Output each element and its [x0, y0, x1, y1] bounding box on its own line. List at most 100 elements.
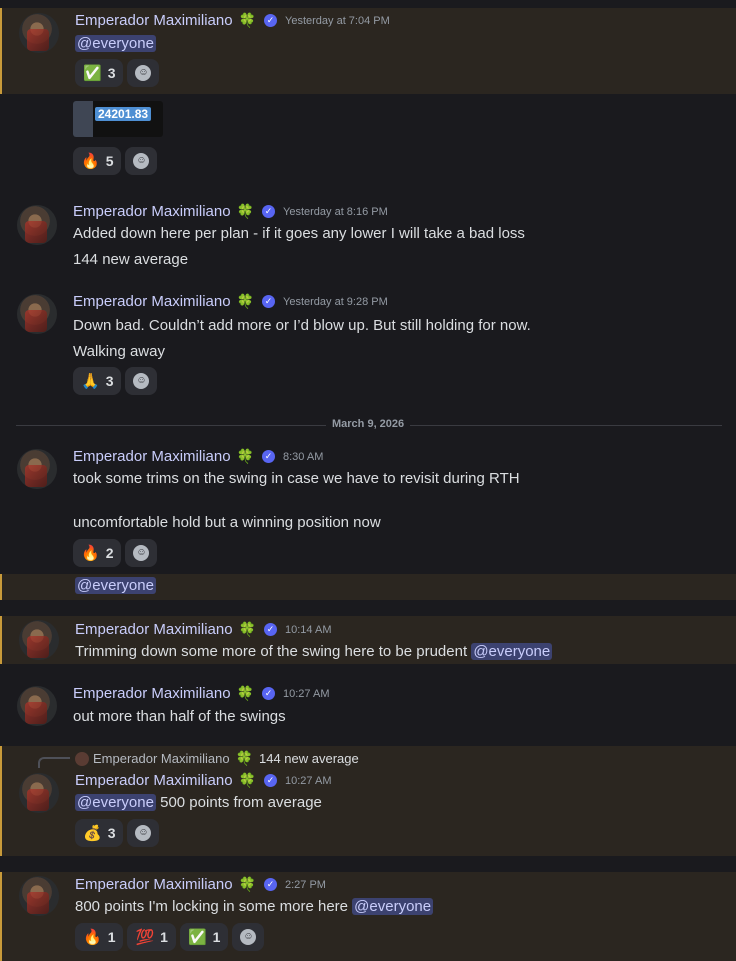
message-text: uncomfortable hold but a winning positio…: [73, 514, 381, 531]
mention-everyone[interactable]: @everyone: [75, 794, 156, 811]
mention-everyone[interactable]: @everyone: [75, 577, 156, 594]
message-text: Down bad. Couldn’t add more or I’d blow …: [73, 317, 531, 334]
reaction[interactable]: 💰 3: [75, 819, 124, 847]
author-name[interactable]: Emperador Maximiliano: [73, 203, 231, 220]
timestamp[interactable]: Yesterday at 9:28 PM: [283, 296, 388, 308]
add-reaction-button[interactable]: ☺: [127, 819, 160, 847]
message-text: out more than half of the swings: [73, 708, 286, 725]
smiley-icon: ☺: [133, 373, 150, 389]
add-reaction-button[interactable]: ☺: [125, 147, 158, 175]
mention-everyone[interactable]: @everyone: [471, 643, 553, 660]
timestamp[interactable]: 10:27 AM: [283, 688, 329, 700]
avatar[interactable]: [17, 686, 57, 726]
timestamp[interactable]: 2:27 PM: [285, 879, 326, 891]
avatar[interactable]: [19, 773, 59, 813]
fire-emoji-icon: 🔥: [81, 545, 100, 562]
add-reaction-button[interactable]: ☺: [125, 367, 158, 395]
verified-icon: ✓: [264, 14, 277, 27]
clover-icon: 🍀: [238, 772, 256, 788]
chart-thumbnail[interactable]: 24201.83: [73, 101, 163, 137]
reaction[interactable]: 🙏 3: [73, 367, 122, 395]
smiley-icon: ☺: [240, 929, 257, 945]
avatar[interactable]: [19, 620, 59, 660]
timestamp[interactable]: 10:27 AM: [285, 775, 331, 787]
reply-avatar: [75, 751, 89, 766]
clover-icon: 🍀: [236, 293, 254, 309]
clover-icon: 🍀: [236, 203, 254, 219]
clover-icon: 🍀: [238, 621, 256, 637]
author-name[interactable]: Emperador Maximiliano: [73, 448, 231, 465]
reply-author: Emperador Maximiliano: [93, 751, 230, 766]
timestamp[interactable]: 10:14 AM: [285, 624, 331, 636]
author-name[interactable]: Emperador Maximiliano: [75, 876, 233, 893]
message[interactable]: Emperador Maximiliano 🍀 ✓ Yesterday at 8…: [0, 196, 736, 272]
message-text: Added down here per plan - if it goes an…: [73, 225, 525, 242]
add-reaction-button[interactable]: ☺: [127, 59, 160, 87]
message[interactable]: Emperador Maximiliano 🍀 ✓ 8:30 AM took s…: [0, 440, 736, 572]
message[interactable]: Emperador Maximiliano 🍀 ✓ 10:27 AM out m…: [0, 680, 736, 732]
verified-icon: ✓: [264, 623, 277, 636]
clover-icon: 🍀: [238, 876, 256, 892]
verified-icon: ✓: [262, 450, 275, 463]
message[interactable]: Emperador Maximiliano 🍀 ✓ 2:27 PM 800 po…: [0, 872, 736, 961]
avatar[interactable]: [17, 294, 57, 334]
verified-icon: ✓: [262, 205, 275, 218]
avatar[interactable]: [17, 449, 57, 489]
message[interactable]: @everyone: [0, 574, 736, 600]
clover-icon: 🍀: [236, 448, 254, 464]
timestamp[interactable]: Yesterday at 8:16 PM: [283, 206, 388, 218]
praying-hands-emoji-icon: 🙏: [81, 373, 100, 390]
reply-text: 144 new average: [259, 751, 359, 766]
avatar[interactable]: [19, 13, 59, 53]
fire-emoji-icon: 🔥: [81, 153, 100, 170]
message[interactable]: Emperador Maximiliano 🍀 ✓ 10:14 AM Trimm…: [0, 616, 736, 664]
timestamp[interactable]: Yesterday at 7:04 PM: [285, 15, 390, 27]
mention-everyone[interactable]: @everyone: [352, 898, 434, 915]
price-label: 24201.83: [95, 107, 152, 121]
fire-emoji-icon: 🔥: [83, 929, 102, 946]
check-emoji-icon: ✅: [187, 929, 207, 946]
reaction[interactable]: 🔥 1: [75, 923, 124, 951]
message-text: 500 points from average: [160, 794, 322, 811]
message[interactable]: Emperador Maximiliano 🍀 144 new average …: [0, 746, 736, 856]
reply-preview[interactable]: Emperador Maximiliano 🍀 144 new average: [75, 750, 359, 767]
message[interactable]: Emperador Maximiliano 🍀 ✓ Yesterday at 7…: [0, 8, 736, 94]
smiley-icon: ☺: [133, 545, 150, 561]
reaction[interactable]: ✅ 1: [179, 923, 229, 951]
hundred-emoji-icon: 💯: [135, 929, 155, 946]
date-divider-label: March 9, 2026: [326, 418, 411, 430]
check-emoji-icon: ✅: [83, 65, 102, 82]
reaction[interactable]: 🔥 2: [73, 539, 122, 567]
money-bag-emoji-icon: 💰: [83, 825, 102, 842]
avatar[interactable]: [17, 205, 57, 245]
message[interactable]: Emperador Maximiliano 🍀 ✓ Yesterday at 9…: [0, 288, 736, 396]
message-text: took some trims on the swing in case we …: [73, 470, 520, 487]
add-reaction-button[interactable]: ☺: [232, 923, 265, 951]
reaction[interactable]: ✅ 3: [75, 59, 124, 87]
verified-icon: ✓: [264, 878, 277, 891]
message-text: Walking away: [73, 343, 165, 360]
smiley-icon: ☺: [135, 825, 152, 841]
clover-icon: 🍀: [238, 12, 256, 28]
chat-log: Emperador Maximiliano 🍀 ✓ Yesterday at 7…: [0, 0, 736, 961]
author-name[interactable]: Emperador Maximiliano: [75, 621, 233, 638]
message-text: 800 points I'm locking in some more here: [75, 898, 348, 915]
author-name[interactable]: Emperador Maximiliano: [75, 772, 233, 789]
reaction[interactable]: 💯 1: [127, 923, 176, 951]
verified-icon: ✓: [264, 774, 277, 787]
author-name[interactable]: Emperador Maximiliano: [73, 293, 231, 310]
clover-icon: 🍀: [236, 685, 254, 701]
timestamp[interactable]: 8:30 AM: [283, 451, 323, 463]
smiley-icon: ☺: [133, 153, 150, 169]
mention-everyone[interactable]: @everyone: [75, 35, 156, 52]
author-name[interactable]: Emperador Maximiliano: [73, 685, 231, 702]
verified-icon: ✓: [262, 295, 275, 308]
add-reaction-button[interactable]: ☺: [125, 539, 158, 567]
clover-icon: 🍀: [235, 750, 253, 766]
reaction[interactable]: 🔥 5: [73, 147, 122, 175]
verified-icon: ✓: [262, 687, 275, 700]
message-text: Trimming down some more of the swing her…: [75, 643, 468, 660]
message[interactable]: 24201.83 🔥 5 ☺: [0, 96, 736, 180]
author-name[interactable]: Emperador Maximiliano: [75, 12, 233, 29]
avatar[interactable]: [19, 876, 59, 916]
